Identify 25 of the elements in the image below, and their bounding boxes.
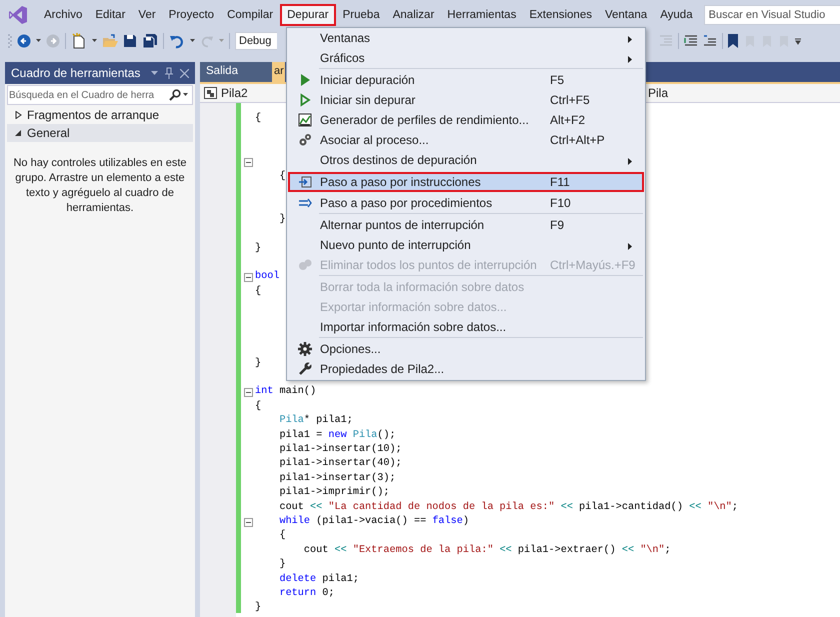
code-line: Pila* pila1; — [278, 414, 353, 428]
code-line: bool — [255, 270, 280, 284]
code-line: } — [255, 601, 262, 616]
code-line: } — [278, 558, 286, 572]
code-line: pila1->imprimir(); — [278, 486, 390, 500]
code-line: { — [278, 529, 286, 544]
code-line: } — [278, 212, 286, 227]
code-line: cout << "Extraemos de la pila:" << pila1->extraer() << "\n"; — [302, 544, 671, 558]
code-line: pila1 = new Pila(); — [278, 428, 396, 443]
code-line: { — [255, 400, 262, 414]
code-line: { — [278, 170, 286, 184]
code-line: return 0; — [278, 586, 334, 601]
code-line: int main() — [255, 385, 316, 400]
code-line: delete pila1; — [278, 572, 359, 586]
code-line: while (pila1->vacia() == false) — [278, 514, 470, 529]
code-line: { — [255, 284, 262, 299]
code-line: cout << "La cantidad de nodos de la pila es:" << pila1->cantidad() << "\n"; — [278, 500, 738, 515]
code-line: pila1->insertar(3); — [278, 472, 396, 486]
code-line: pila1->insertar(10); — [278, 442, 402, 457]
code-line: } — [255, 242, 262, 256]
empty-message: No hay controles utilizables en este grupo. Arrastre un elemento a este texto y agréguelo al cuadro de herramientas. — [13, 156, 187, 216]
code-line: } — [255, 356, 262, 371]
panel-title: Cuadro de herramientas — [11, 66, 142, 80]
code-line: { — [255, 112, 262, 126]
code-line: pila1->insertar(40); — [278, 457, 402, 472]
